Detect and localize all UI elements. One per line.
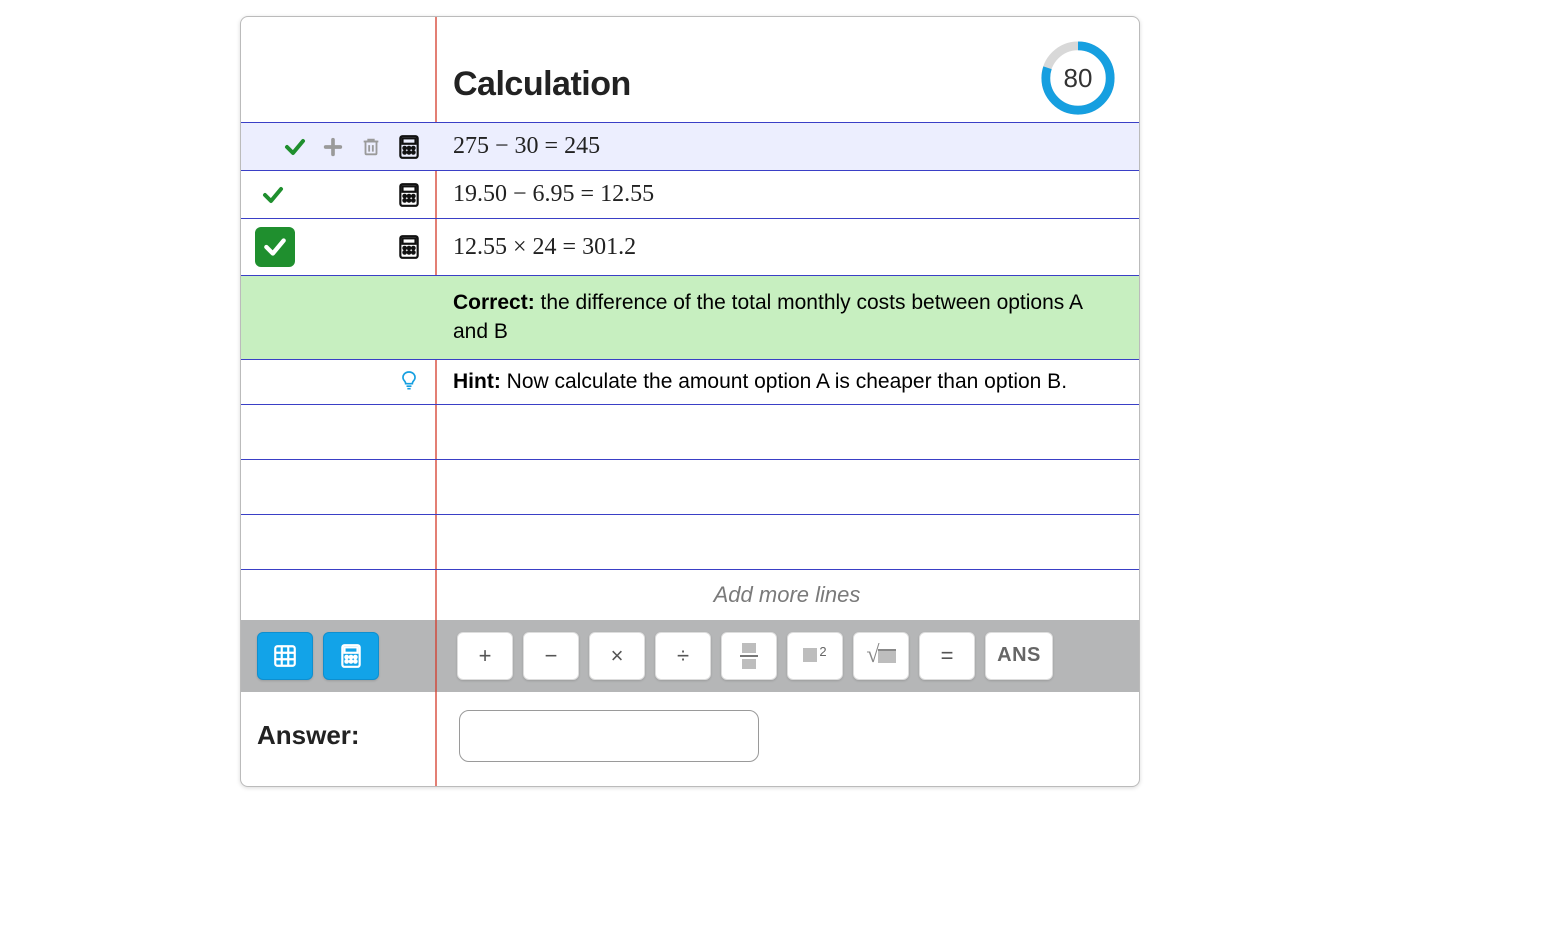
calculator-button[interactable] [323, 632, 379, 680]
add-icon[interactable] [319, 133, 347, 161]
fraction-icon [740, 643, 758, 669]
sqrt-icon: √ [866, 642, 895, 669]
expression[interactable]: 275 − 30 = 245 [453, 133, 600, 160]
calc-row[interactable]: 19.50 − 6.95 = 12.55 [241, 171, 1139, 219]
minus-button[interactable]: − [523, 632, 579, 680]
hint-row: Hint: Now calculate the amount option A … [241, 360, 1139, 405]
calculator-icon[interactable] [395, 233, 423, 261]
answer-input[interactable] [459, 710, 759, 762]
sqrt-button[interactable]: √ [853, 632, 909, 680]
answer-label: Answer: [241, 712, 435, 759]
square-button[interactable]: 2 [787, 632, 843, 680]
table-button[interactable] [257, 632, 313, 680]
ans-button[interactable]: ANS [985, 632, 1053, 680]
lightbulb-icon [395, 368, 423, 396]
score-value: 80 [1039, 39, 1117, 117]
add-more-lines[interactable]: Add more lines [241, 570, 1139, 620]
hint-label: Hint: [453, 370, 501, 393]
calculation-panel: Calculation 80 [240, 16, 1140, 787]
feedback-row: Correct: the difference of the total mon… [241, 276, 1139, 360]
check-icon [259, 181, 287, 209]
add-more-label: Add more lines [714, 582, 861, 608]
fraction-button[interactable] [721, 632, 777, 680]
page-title: Calculation [453, 65, 631, 104]
plus-button[interactable]: + [457, 632, 513, 680]
empty-row[interactable] [241, 515, 1139, 570]
check-icon [281, 133, 309, 161]
times-button[interactable]: × [589, 632, 645, 680]
trash-icon[interactable] [357, 133, 385, 161]
equals-button[interactable]: = [919, 632, 975, 680]
feedback-text: the difference of the total monthly cost… [453, 291, 1082, 343]
header-row: Calculation 80 [241, 17, 1139, 123]
calc-row[interactable]: 275 − 30 = 245 [241, 123, 1139, 171]
score-ring: 80 [1039, 39, 1117, 117]
empty-row[interactable] [241, 405, 1139, 460]
hint-text: Now calculate the amount option A is che… [501, 370, 1067, 393]
calculator-icon[interactable] [395, 181, 423, 209]
answer-row: Answer: [241, 692, 1139, 786]
expression[interactable]: 12.55 × 24 = 301.2 [453, 234, 636, 261]
calculator-icon[interactable] [395, 133, 423, 161]
expression[interactable]: 19.50 − 6.95 = 12.55 [453, 181, 654, 208]
check-badge-icon [255, 227, 295, 267]
feedback-label: Correct: [453, 291, 535, 314]
divide-button[interactable]: ÷ [655, 632, 711, 680]
calc-row[interactable]: 12.55 × 24 = 301.2 [241, 219, 1139, 276]
math-toolbar: + − × ÷ 2 √ = ANS [241, 620, 1139, 692]
square-icon: 2 [803, 648, 826, 663]
empty-row[interactable] [241, 460, 1139, 515]
